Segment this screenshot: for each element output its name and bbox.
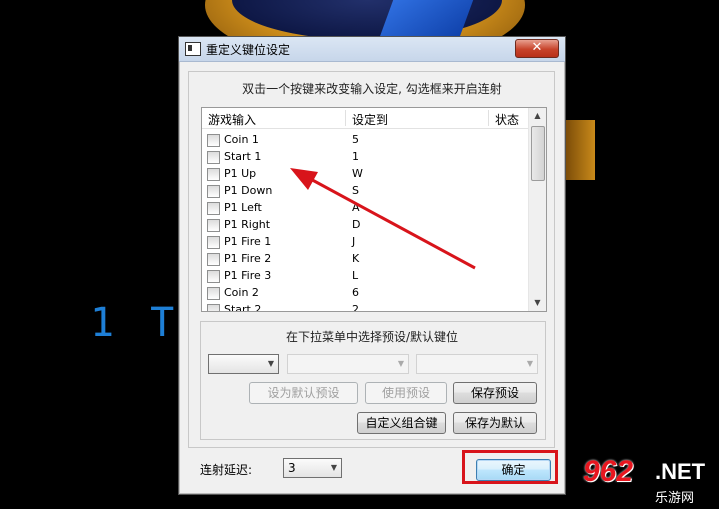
site-watermark: 962 .NET 乐游网 [583,455,713,507]
column-divider [488,110,489,126]
input-name: P1 Up [224,167,257,180]
input-name: P1 Fire 3 [224,269,272,282]
save-preset-button[interactable]: 保存预设 [453,382,537,404]
column-divider [345,110,346,126]
assigned-key: S [352,184,359,197]
turbo-checkbox[interactable] [207,219,220,232]
input-list[interactable]: 游戏输入 设定到 状态 Coin 1 5 Start 1 1 P1 Up W P1 D… [201,107,547,312]
assigned-key: W [352,167,363,180]
chevron-down-icon: ▼ [397,359,404,368]
input-name: Coin 2 [224,286,259,299]
preset-category-select[interactable]: ▼ [208,354,279,374]
background-ornament [565,120,595,180]
watermark-logo-digits: 962 [583,455,634,488]
turbo-checkbox[interactable] [207,168,220,181]
scroll-up-icon[interactable]: ▲ [529,108,546,124]
input-name: P1 Down [224,184,273,197]
turbo-checkbox[interactable] [207,304,220,311]
assigned-key: 1 [352,150,359,163]
input-name: Coin 1 [224,133,259,146]
watermark-site-name: 乐游网 [655,491,695,506]
turbo-checkbox[interactable] [207,236,220,249]
input-name: P1 Fire 2 [224,252,272,265]
chevron-down-icon: ▼ [330,463,337,472]
assigned-key: J [352,235,356,248]
chevron-down-icon: ▼ [526,359,533,368]
turbo-delay-label: 连射延迟: [200,463,253,477]
preset-variant-select[interactable]: ▼ [416,354,538,374]
key-mapping-dialog: 重定义键位设定 ✕ 双击一个按键来改变输入设定, 勾选框来开启连射 游戏输入 设… [178,36,566,495]
list-item[interactable]: Start 2 2 [202,302,528,312]
assigned-key: D [352,218,361,231]
close-button[interactable]: ✕ [515,39,559,58]
save-as-default-button[interactable]: 保存为默认 [453,412,537,434]
assigned-key: 5 [352,133,359,146]
assigned-key: A [352,201,360,214]
list-item[interactable]: P1 Up W [202,166,528,183]
scroll-thumb[interactable] [531,126,545,181]
list-item[interactable]: P1 Left A [202,200,528,217]
preset-select[interactable]: ▼ [287,354,409,374]
turbo-checkbox[interactable] [207,185,220,198]
title-bar[interactable]: 重定义键位设定 ✕ [179,37,565,62]
list-item[interactable]: Coin 1 5 [202,132,528,149]
column-status[interactable]: 状态 [495,111,519,128]
window-title: 重定义键位设定 [206,43,291,57]
list-item[interactable]: Start 1 1 [202,149,528,166]
assigned-key: 6 [352,286,359,299]
input-name: P1 Right [224,218,271,231]
ok-highlight-box [462,450,558,484]
preset-title: 在下拉菜单中选择预设/默认键位 [285,330,459,344]
turbo-checkbox[interactable] [207,270,220,283]
list-item[interactable]: P1 Fire 1 J [202,234,528,251]
turbo-checkbox[interactable] [207,134,220,147]
assigned-key: L [352,269,359,282]
input-name: Start 1 [224,150,262,163]
turbo-checkbox[interactable] [207,151,220,164]
assigned-key: 2 [352,303,359,312]
input-name: P1 Left [224,201,262,214]
assigned-key: K [352,252,360,265]
list-scrollbar[interactable]: ▲ ▼ [528,108,546,311]
turbo-delay-value: 3 [288,461,296,475]
list-item[interactable]: Coin 2 6 [202,285,528,302]
chevron-down-icon: ▼ [267,359,274,368]
column-input[interactable]: 游戏输入 [208,111,256,128]
hint-text: 双击一个按键来改变输入设定, 勾选框来开启连射 [242,82,502,96]
turbo-delay-select[interactable]: 3 ▼ [283,458,342,478]
list-item[interactable]: P1 Down S [202,183,528,200]
list-header: 游戏输入 设定到 状态 [202,108,528,129]
list-rows: Coin 1 5 Start 1 1 P1 Up W P1 Down S P1 Left… [202,132,528,312]
scroll-down-icon[interactable]: ▼ [529,295,546,311]
window-icon [185,42,201,56]
watermark-logo-suffix: .NET [655,459,706,484]
column-assigned[interactable]: 设定到 [352,111,388,128]
set-default-preset-button[interactable]: 设为默认预设 [249,382,358,404]
input-name: Start 2 [224,303,262,312]
turbo-checkbox[interactable] [207,287,220,300]
list-item[interactable]: P1 Fire 2 K [202,251,528,268]
list-item[interactable]: P1 Right D [202,217,528,234]
turbo-checkbox[interactable] [207,253,220,266]
custom-combo-button[interactable]: 自定义组合键 [357,412,446,434]
use-preset-button[interactable]: 使用预设 [365,382,447,404]
input-name: P1 Fire 1 [224,235,272,248]
turbo-checkbox[interactable] [207,202,220,215]
list-item[interactable]: P1 Fire 3 L [202,268,528,285]
